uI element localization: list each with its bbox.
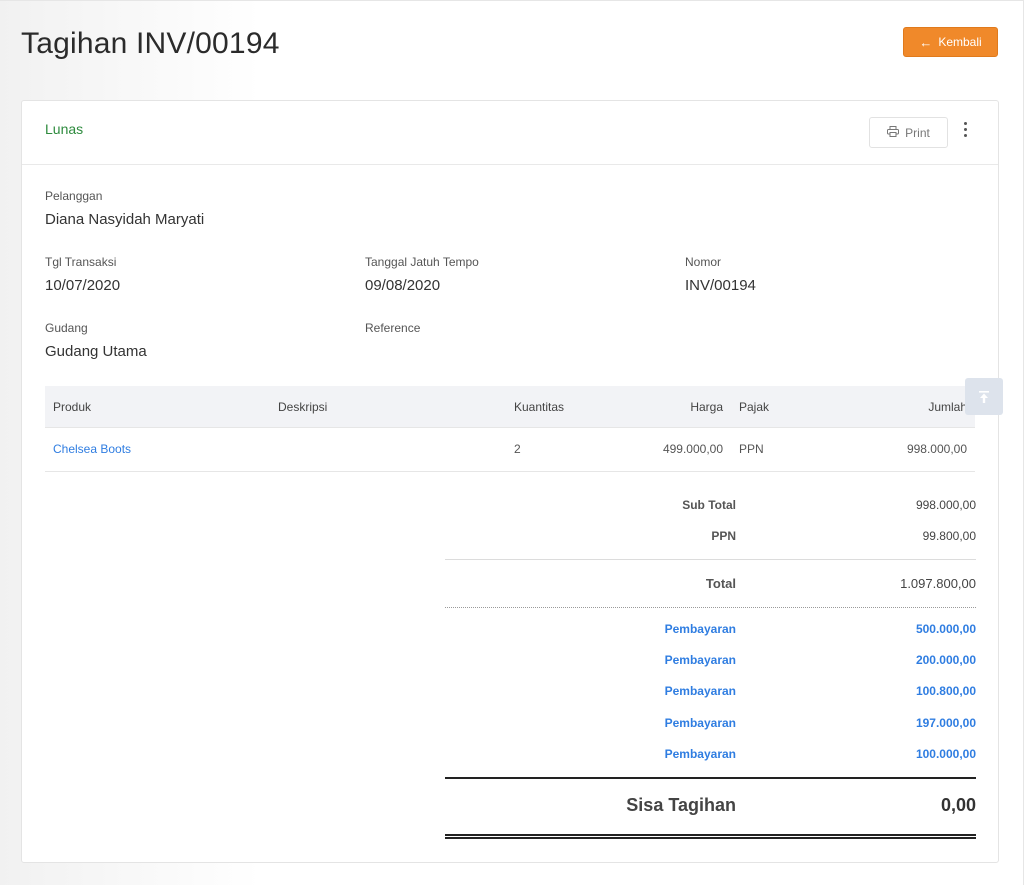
payment-label[interactable]: Pembayaran	[665, 716, 736, 730]
payment-label[interactable]: Pembayaran	[665, 653, 736, 667]
print-button[interactable]: Print	[869, 117, 948, 148]
reference-label: Reference	[365, 321, 421, 335]
page-title: Tagihan INV/00194	[21, 27, 280, 60]
subtotal-value: 998.000,00	[915, 498, 976, 512]
total-row: Total 1.097.800,00	[445, 576, 976, 592]
card-header: Lunas Print	[22, 101, 998, 165]
payment-label[interactable]: Pembayaran	[665, 622, 736, 636]
printer-icon	[887, 125, 900, 140]
payment-row: Pembayaran 500.000,00	[445, 622, 976, 638]
row-price: 499.000,00	[662, 442, 723, 456]
print-button-label: Print	[905, 125, 930, 140]
customer-value: Diana Nasyidah Maryati	[45, 211, 205, 228]
balance-top-rule	[445, 777, 976, 779]
payment-label[interactable]: Pembayaran	[665, 684, 736, 698]
warehouse-label: Gudang	[45, 321, 88, 335]
product-link[interactable]: Chelsea Boots	[53, 442, 131, 456]
payment-row: Pembayaran 100.800,00	[445, 684, 976, 700]
due-date-value: 09/08/2020	[365, 277, 441, 294]
payment-row: Pembayaran 197.000,00	[445, 716, 976, 732]
status-badge: Lunas	[45, 121, 84, 137]
row-tax: PPN	[739, 442, 764, 456]
balance-row: Sisa Tagihan 0,00	[445, 795, 976, 819]
invoice-number-value: INV/00194	[685, 277, 756, 294]
back-button-label: Kembali	[938, 35, 982, 49]
divider	[445, 559, 976, 560]
page-frame: Tagihan INV/00194 ← Kembali Lunas Print …	[0, 0, 1024, 885]
payment-label[interactable]: Pembayaran	[665, 747, 736, 761]
transaction-date-label: Tgl Transaksi	[45, 255, 117, 269]
payment-row: Pembayaran 100.000,00	[445, 747, 976, 763]
table-row: Chelsea Boots 2 499.000,00 PPN 998.000,0…	[45, 428, 975, 472]
warehouse-value: Gudang Utama	[45, 343, 147, 360]
total-label: Total	[705, 576, 736, 591]
invoice-number-label: Nomor	[685, 255, 722, 269]
payment-value[interactable]: 100.800,00	[916, 684, 976, 698]
arrow-left-icon: ←	[919, 34, 933, 50]
payment-value[interactable]: 500.000,00	[916, 622, 976, 636]
col-description: Deskripsi	[278, 400, 328, 414]
total-value: 1.097.800,00	[900, 576, 976, 591]
payment-value[interactable]: 100.000,00	[916, 747, 976, 761]
table-header: Produk Deskripsi Kuantitas Harga Pajak J…	[45, 386, 975, 428]
col-price: Harga	[690, 400, 723, 414]
tax-label: PPN	[711, 529, 736, 543]
col-product: Produk	[53, 400, 92, 414]
back-button[interactable]: ← Kembali	[903, 27, 998, 57]
col-quantity: Kuantitas	[514, 400, 565, 414]
balance-value: 0,00	[940, 795, 976, 815]
row-amount: 998.000,00	[906, 442, 967, 456]
subtotal-label: Sub Total	[682, 498, 736, 512]
payment-value[interactable]: 197.000,00	[916, 716, 976, 730]
due-date-label: Tanggal Jatuh Tempo	[365, 255, 479, 269]
balance-label: Sisa Tagihan	[626, 795, 736, 815]
customer-label: Pelanggan	[45, 189, 103, 203]
col-tax: Pajak	[739, 400, 770, 414]
transaction-date-value: 10/07/2020	[45, 277, 121, 294]
payment-value[interactable]: 200.000,00	[916, 653, 976, 667]
tax-row: PPN 99.800,00	[445, 529, 976, 545]
invoice-card: Lunas Print Pelanggan Diana Nasyidah Mar…	[21, 100, 999, 863]
balance-double-rule	[445, 834, 976, 839]
dotted-divider	[445, 607, 976, 608]
tax-value: 99.800,00	[922, 529, 976, 543]
kebab-menu-icon[interactable]	[957, 119, 973, 139]
subtotal-row: Sub Total 998.000,00	[445, 498, 976, 514]
scroll-to-top-icon[interactable]	[965, 378, 1003, 415]
col-amount: Jumlah	[928, 400, 967, 414]
row-quantity: 2	[514, 442, 521, 456]
payment-row: Pembayaran 200.000,00	[445, 653, 976, 669]
